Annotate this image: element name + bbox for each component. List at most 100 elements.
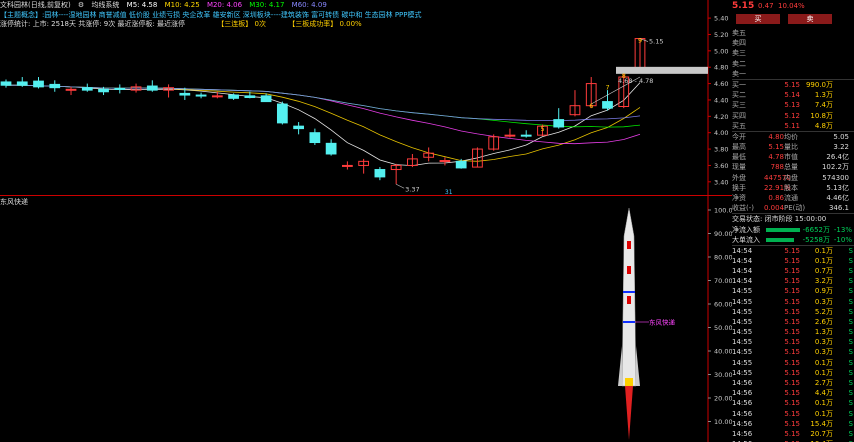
tick-price: 5.15: [784, 277, 800, 286]
tick-time: 14:55: [732, 358, 753, 367]
tick-time: 14:56: [732, 419, 753, 428]
tick-price: 5.15: [784, 429, 800, 438]
tick-volume: 4.4万: [814, 389, 833, 398]
tick-price: 5.15: [784, 368, 800, 377]
kline-chart[interactable]: 5.40 5.20 5.00 4.80 4.60 4.40 4.20 4.00 3.80 3.60…: [0, 0, 732, 196]
stat-row: 现量 788 总量 102.2万: [732, 162, 854, 172]
rocket-band: [623, 321, 635, 323]
y-tick-label: 5.20: [714, 31, 728, 39]
level-volume: [800, 28, 833, 38]
tick-row: 14:54 5.15 0.1万 S: [732, 256, 854, 266]
stat-row: 换手 22.91% 股本 5.13亿: [732, 183, 854, 193]
y-tick-label: 3.80: [714, 146, 728, 154]
net-flow-label: 净流入额: [732, 225, 760, 234]
tick-price: 5.15: [784, 246, 800, 255]
stat-value: 346.1: [828, 204, 849, 213]
big-flow-value: -5258万: [802, 235, 830, 244]
tick-time: 14:56: [732, 429, 753, 438]
tick-time: 14:54: [732, 277, 753, 286]
tick-time: 14:56: [732, 409, 753, 418]
rocket-label: 东风快递: [649, 318, 676, 327]
buy-level: 买四 5.12 10.8万: [732, 111, 854, 121]
stat-label: 最低: [732, 153, 746, 162]
y-tick-label: 3.40: [714, 178, 728, 186]
sell-button[interactable]: 卖: [788, 14, 832, 24]
tick-price: 5.15: [784, 287, 800, 296]
tick-time: 14:55: [732, 317, 753, 326]
ind-tick-label: 80.00: [714, 254, 732, 262]
tick-side: S: [848, 266, 853, 275]
tick-row: 14:54 5.15 0.7万 S: [732, 266, 854, 276]
wave-number: 8: [622, 72, 626, 80]
tick-list[interactable]: 14:54 5.15 0.1万 S 14:54 5.15 0.1万 S 14:54 5.15 0.7…: [732, 246, 854, 442]
buy-level: 买一 5.15 990.0万: [732, 80, 854, 90]
rocket-engine: [625, 378, 633, 386]
tick-volume: 0.3万: [814, 297, 833, 306]
wave-number: 6: [589, 102, 593, 110]
ind-tick-label: 10.00: [714, 418, 732, 426]
indicator-chart[interactable]: 100.00 90.00 80.00 70.00 60.00 50.00 40.00 30.0…: [0, 196, 732, 442]
tick-volume: 0.9万: [814, 287, 833, 296]
big-flow-bar: [766, 237, 794, 242]
stat-value: 788: [770, 163, 784, 172]
level-volume: 10.8万: [810, 111, 833, 120]
tick-price: 5.15: [784, 389, 800, 398]
stat-value: 574300: [822, 173, 849, 182]
tick-price: 5.15: [784, 338, 800, 347]
stat-value: 5.13亿: [826, 183, 849, 192]
stat-value: 102.2万: [821, 163, 849, 172]
stat-value: 0.004: [764, 204, 785, 213]
tick-time: 14:54: [732, 256, 753, 265]
stat-label: 内盘: [784, 173, 798, 182]
level-price: 5.14: [784, 91, 800, 100]
level-label: 买五: [732, 121, 746, 130]
stat-value: 5.05: [833, 132, 849, 141]
tick-time: 14:56: [732, 379, 753, 387]
tick-time: 14:55: [732, 368, 753, 377]
tick-row: 14:56 5.15 20.7万 S: [732, 429, 854, 439]
tick-row: 14:55 5.15 1.3万 S: [732, 327, 854, 337]
stat-row: 净资 0.86 流通 4.46亿: [732, 193, 854, 203]
sell-level: 卖二: [732, 59, 854, 69]
stat-value: 26.4亿: [826, 153, 849, 162]
level-volume: [800, 48, 833, 58]
level-volume: [800, 69, 833, 79]
stat-label: 现量: [732, 163, 746, 172]
candle-body: [211, 95, 223, 98]
candle-body: [342, 164, 353, 167]
tick-price: 5.15: [784, 409, 800, 418]
tick-price: 5.15: [784, 307, 800, 316]
candle-body: [602, 101, 613, 109]
stat-label: 换手: [732, 183, 746, 192]
ind-tick-label: 70.00: [714, 277, 732, 285]
tick-row: 14:54 5.15 3.2万 S: [732, 276, 854, 286]
stat-label: 外盘: [732, 173, 746, 182]
net-flow-bar: [766, 227, 800, 232]
rocket-fin-left: [618, 346, 622, 386]
level-volume: 4.8万: [814, 121, 833, 130]
stat-value: 4.78: [768, 153, 784, 162]
sell-level: 卖一: [732, 69, 854, 79]
buy-button[interactable]: 买: [736, 14, 780, 24]
level-label: 卖三: [732, 49, 746, 58]
stat-value: 22.91%: [764, 183, 791, 192]
level-price: [764, 69, 800, 79]
trade-status: 交易状态: 闭市阶段 15:00:00: [732, 215, 827, 224]
tick-side: S: [848, 338, 853, 347]
ind-tick-label: 60.00: [714, 301, 732, 309]
net-flow-value: -6652万: [802, 225, 830, 234]
tick-side: S: [848, 277, 853, 286]
stat-label: 今开: [732, 132, 746, 141]
stat-label: 最高: [732, 143, 746, 152]
tick-price: 5.15: [784, 379, 800, 387]
level-price: 5.13: [784, 101, 800, 110]
range-box: [616, 66, 708, 74]
tick-price: 5.15: [784, 317, 800, 326]
level-price: [764, 38, 800, 48]
sell-book: 卖五 卖四 卖三 卖二 卖一: [732, 28, 854, 79]
candle-body: [553, 119, 565, 128]
tick-side: S: [848, 246, 853, 255]
stat-value: 4.46亿: [826, 194, 849, 202]
tick-volume: 0.7万: [814, 266, 833, 275]
tick-volume: 0.1万: [814, 399, 833, 408]
